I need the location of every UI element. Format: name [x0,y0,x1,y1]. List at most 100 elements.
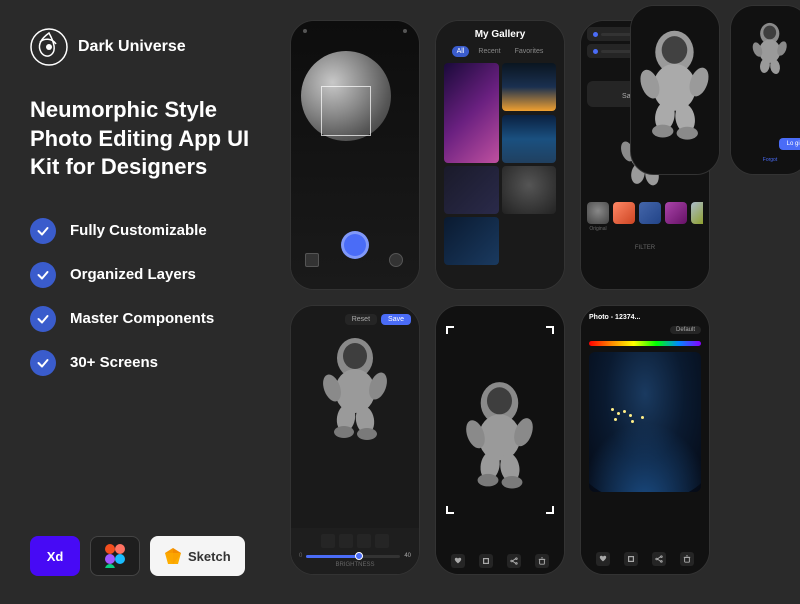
feature-item-layers: Organized Layers [30,262,250,288]
gallery-img-astro3[interactable] [444,217,499,265]
url-dot-1 [593,32,598,37]
feature-text-screens: 30+ Screens [70,354,158,371]
gallery-img-earth[interactable] [502,115,557,163]
brand-logo-icon [30,28,68,66]
phone-brightness: Reset Save [290,305,420,575]
default-badge: Default [670,326,701,334]
tab-favorites[interactable]: Favorites [510,46,549,57]
phone-photo-edit-screen: Photo - 12374... Default [581,306,709,574]
gallery-img-astro2[interactable] [502,166,557,214]
color-bar[interactable] [589,341,701,346]
photo-name-label: Photo - 12374... [589,314,640,321]
camera-gallery-icon[interactable] [305,253,319,267]
earth-glow [589,422,701,492]
phone-photo-edit: Photo - 12374... Default [580,305,710,575]
gallery-tabs: All Recent Favorites [444,46,556,57]
figma-icon [105,544,125,568]
action-delete-icon[interactable] [535,554,549,568]
tool-icon-1[interactable] [321,534,335,548]
astronaut-area [291,306,419,480]
default-badge-area: Default [581,306,709,338]
photo-action-heart[interactable] [596,552,610,566]
astronaut-figure [318,336,393,451]
check-icon-customizable [30,218,56,244]
selection-box [321,86,371,136]
crop-corner-tr [546,326,554,334]
photo-action-delete[interactable] [680,552,694,566]
login-astronaut-area [737,20,800,85]
crop-bg [436,306,564,574]
filter-title: FILTER [635,245,655,251]
tool-icon-3[interactable] [357,534,371,548]
save-button[interactable]: Save [381,314,411,325]
feature-item-customizable: Fully Customizable [30,218,250,244]
photo-action-share[interactable] [652,552,666,566]
phone-login: Lo gin Forgot [730,5,800,175]
gallery-img-nebula[interactable] [444,63,499,163]
photo-action-bar [581,552,709,566]
filter-thumb-img-5[interactable] [691,202,703,224]
tool-icon-2[interactable] [339,534,353,548]
phone-camera-screen [291,21,419,289]
slider-value: 40 [404,553,411,559]
feature-text-layers: Organized Layers [70,266,196,283]
action-heart-icon[interactable] [451,554,465,568]
crop-action-bar [436,554,564,568]
reset-button[interactable]: Reset [345,314,377,325]
brightness-bg: Reset Save [291,306,419,574]
astronaut-right-figure [635,25,715,155]
filter-thumb-img-1[interactable] [587,202,609,224]
tool-badges: Xd Sketch [30,536,250,576]
left-panel: Dark Universe Neumorphic Style Photo Edi… [0,0,280,604]
action-share-icon[interactable] [507,554,521,568]
slider-thumb[interactable] [355,552,363,560]
slider-min: 0 [299,553,302,559]
corner-dots [291,29,419,33]
logo-area: Dark Universe [30,28,250,66]
forgot-link[interactable]: Forgot [731,148,800,166]
phone-camera [290,20,420,290]
url-dot-2 [593,49,598,54]
gallery-img-launch[interactable] [502,63,557,111]
phone-crop-screen [436,306,564,574]
reset-save-bar: Reset Save [299,314,411,325]
tab-recent[interactable]: Recent [473,46,505,57]
filter-thumb-2 [613,202,635,232]
phone-gallery: My Gallery All Recent Favorites [435,20,565,290]
tool-icon-4[interactable] [375,534,389,548]
gallery-img-astro1[interactable] [444,166,499,214]
sketch-icon [164,547,182,565]
phone-brightness-screen: Reset Save [291,306,419,574]
filter-thumb-img-3[interactable] [639,202,661,224]
check-icon-layers [30,262,56,288]
camera-flip-icon[interactable] [389,253,403,267]
camera-shutter-button[interactable] [341,231,369,259]
phone-login-screen: Lo gin Forgot [731,6,800,174]
earth-bg [589,352,701,492]
feature-item-components: Master Components [30,306,250,332]
tool-icons-row [299,534,411,548]
brightness-label: BRIGHTNESS [299,562,411,568]
photo-action-crop[interactable] [624,552,638,566]
filter-thumb-5 [691,202,703,232]
gallery-grid [444,63,556,265]
phone-astronaut-right [630,5,720,175]
gallery-title: My Gallery [444,29,556,40]
tab-all[interactable]: All [452,46,470,57]
moon-background [291,21,419,289]
login-bg: Lo gin Forgot [731,6,800,174]
feature-text-customizable: Fully Customizable [70,222,207,239]
check-icon-screens [30,350,56,376]
crop-astronaut [460,380,540,500]
dot-right [403,29,407,33]
action-crop-icon[interactable] [479,554,493,568]
color-bar-area [581,341,709,346]
filter-thumb-img-4[interactable] [665,202,687,224]
dot-left [303,29,307,33]
filter-thumb-original: Original [587,202,609,232]
sketch-label: Sketch [188,549,231,564]
brightness-slider-track[interactable] [306,555,400,558]
city-lights [611,408,614,411]
filter-thumb-img-2[interactable] [613,202,635,224]
photo-edit-bg: Photo - 12374... Default [581,306,709,574]
